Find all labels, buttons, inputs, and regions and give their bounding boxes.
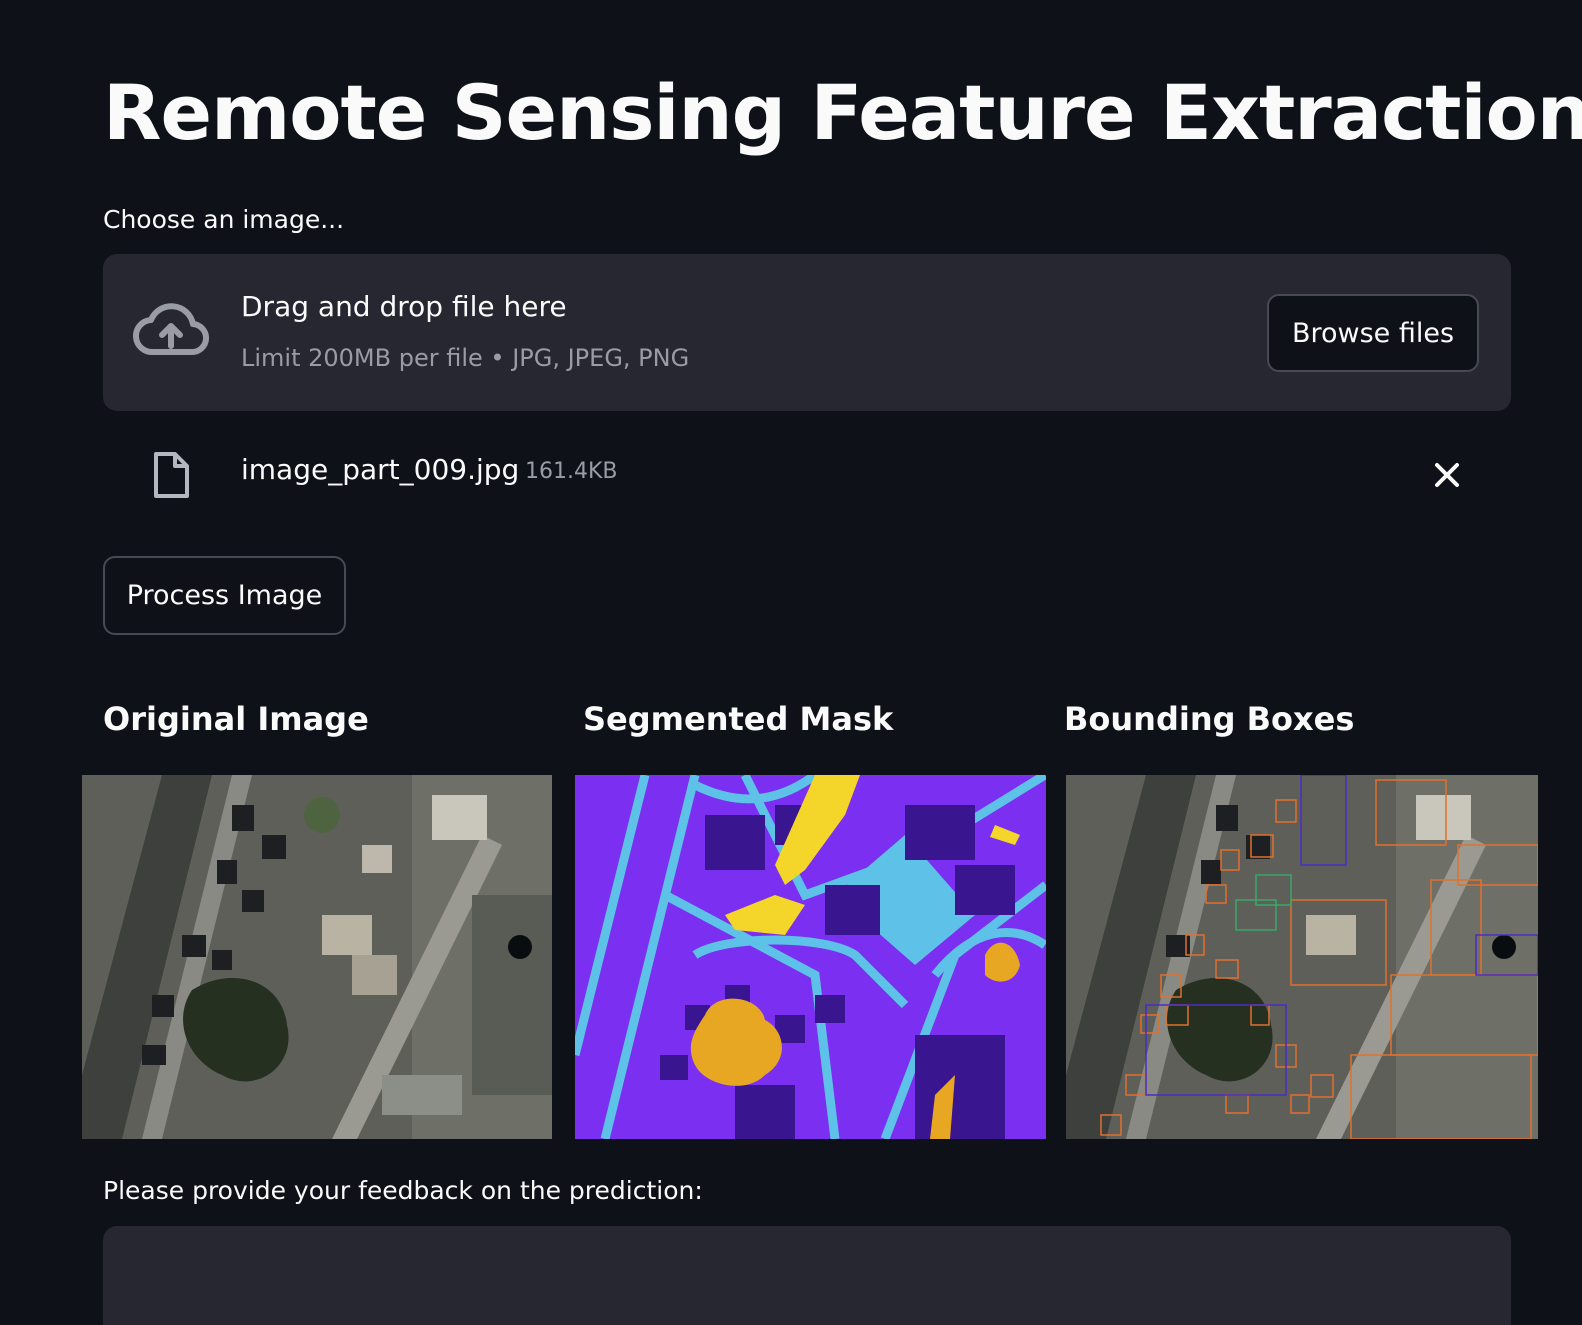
segmented-mask-title: Segmented Mask (583, 700, 894, 738)
file-icon (154, 452, 189, 498)
file-dropzone[interactable]: Drag and drop file here Limit 200MB per … (103, 254, 1511, 411)
bounding-boxes-title: Bounding Boxes (1064, 700, 1355, 738)
dropzone-title: Drag and drop file here (241, 290, 567, 323)
feedback-label: Please provide your feedback on the pred… (103, 1176, 703, 1205)
original-image (82, 775, 552, 1139)
original-image-title: Original Image (103, 700, 369, 738)
segmented-mask-image (575, 775, 1046, 1139)
file-name: image_part_009.jpg (241, 453, 520, 486)
app-page: Remote Sensing Feature Extraction Choose… (0, 0, 1582, 1325)
file-size: 161.4KB (525, 459, 618, 484)
uploader-label: Choose an image... (103, 205, 345, 234)
cloud-upload-icon (133, 303, 209, 356)
browse-files-button[interactable]: Browse files (1267, 294, 1479, 372)
bounding-boxes-image (1066, 775, 1538, 1139)
page-title: Remote Sensing Feature Extraction (103, 68, 1582, 157)
close-icon[interactable] (1425, 453, 1469, 497)
uploaded-file-row: image_part_009.jpg 161.4KB (103, 445, 1511, 505)
dropzone-limits: Limit 200MB per file • JPG, JPEG, PNG (241, 344, 690, 372)
process-image-button[interactable]: Process Image (103, 556, 346, 635)
feedback-textarea[interactable] (103, 1226, 1511, 1325)
